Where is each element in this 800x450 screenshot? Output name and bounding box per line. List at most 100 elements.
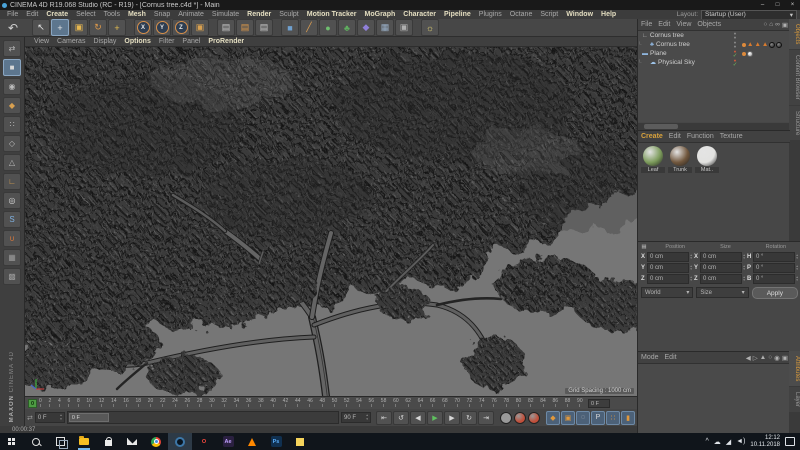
- material-leaf[interactable]: Leaf: [641, 146, 665, 173]
- object-row-cornus-tree[interactable]: ∟Cornus tree●●: [638, 31, 790, 40]
- coord-value[interactable]: 0 °: [753, 252, 795, 262]
- tab-structure[interactable]: Structure: [789, 106, 800, 140]
- menu-help[interactable]: Help: [597, 11, 620, 18]
- spinner-icon[interactable]: ▴▾: [690, 254, 692, 261]
- coord-value[interactable]: 0 °: [753, 274, 795, 284]
- store-icon[interactable]: [96, 433, 120, 450]
- model-mode-icon[interactable]: ■: [3, 59, 21, 76]
- x-axis-lock-icon[interactable]: X: [134, 19, 152, 36]
- goto-end-button[interactable]: ⇥: [478, 411, 494, 425]
- maximize-button[interactable]: □: [770, 0, 785, 10]
- next-frame-button[interactable]: ▶: [444, 411, 460, 425]
- back-icon[interactable]: ◀: [746, 354, 751, 362]
- menu-render[interactable]: Render: [243, 11, 275, 18]
- menu-create[interactable]: Create: [42, 11, 72, 18]
- coord-value[interactable]: 0 cm: [700, 263, 742, 273]
- light-icon[interactable]: ☼: [421, 19, 439, 36]
- viewport-menu-prorender[interactable]: ProRender: [204, 38, 248, 45]
- search-icon[interactable]: ○: [763, 21, 767, 29]
- spinner-icon[interactable]: ▴▾: [60, 414, 62, 421]
- lock-icon[interactable]: ◉: [774, 354, 780, 362]
- points-mode-icon[interactable]: ∷: [3, 116, 21, 133]
- volume-icon[interactable]: ◄): [736, 438, 745, 446]
- autokey-button[interactable]: [514, 412, 526, 424]
- panel-icon[interactable]: ▣: [782, 354, 788, 362]
- render-picture-viewer-icon[interactable]: ▤: [236, 19, 254, 36]
- search-button[interactable]: [24, 433, 48, 450]
- coord-value[interactable]: 0 cm: [700, 274, 742, 284]
- coordinate-size-dropdown[interactable]: Size ▾: [696, 287, 748, 298]
- network-icon[interactable]: ◢: [726, 438, 731, 446]
- mograph-icon[interactable]: ♣: [338, 19, 356, 36]
- move-tool-icon[interactable]: +: [51, 19, 69, 36]
- home-icon[interactable]: ⌂: [769, 21, 773, 29]
- tex-dark-tag-icon[interactable]: [769, 42, 775, 48]
- add-generator-icon[interactable]: ●: [319, 19, 337, 36]
- material-menu-function[interactable]: Function: [684, 133, 717, 140]
- spinner-icon[interactable]: ▴▾: [690, 276, 692, 283]
- camera-icon[interactable]: ▣: [395, 19, 413, 36]
- phong-tag-icon[interactable]: ▲: [747, 42, 753, 48]
- file-explorer-icon[interactable]: [72, 433, 96, 450]
- orange-dot-tag-icon[interactable]: [742, 43, 746, 47]
- edges-mode-icon[interactable]: ◇: [3, 135, 21, 152]
- rotate-tool-icon[interactable]: ↻: [89, 19, 107, 36]
- viewport-menu-panel[interactable]: Panel: [178, 38, 204, 45]
- om-menu-file[interactable]: File: [638, 21, 655, 28]
- spinner-icon[interactable]: ▴▾: [366, 414, 368, 421]
- spinner-icon[interactable]: ▴▾: [796, 276, 798, 283]
- opera-icon[interactable]: O: [192, 433, 216, 450]
- coordinate-mode-dropdown[interactable]: World ▾: [641, 287, 693, 298]
- mail-icon[interactable]: [120, 433, 144, 450]
- tex-dark-tag-icon[interactable]: [776, 42, 782, 48]
- make-editable-icon[interactable]: ⇄: [3, 40, 21, 57]
- record-button[interactable]: [500, 412, 512, 424]
- visibility-dots[interactable]: ●●: [728, 32, 742, 40]
- phong-tag-icon[interactable]: ▲: [762, 42, 768, 48]
- material-menu-texture[interactable]: Texture: [717, 133, 746, 140]
- coord-value[interactable]: 0 cm: [647, 263, 689, 273]
- simulate-icon[interactable]: ◆: [357, 19, 375, 36]
- coord-value[interactable]: 0 cm: [700, 252, 742, 262]
- om-menu-view[interactable]: View: [673, 21, 694, 28]
- panel-icon[interactable]: ▣: [782, 21, 788, 29]
- keyframe-filter-toggle[interactable]: ▮: [621, 411, 635, 425]
- visibility-dots[interactable]: ●✓: [728, 50, 742, 58]
- minimize-button[interactable]: –: [755, 0, 770, 10]
- object-row-physical-sky[interactable]: └☁Physical Sky●✓: [638, 58, 790, 67]
- keyframe-position-toggle[interactable]: ◆: [546, 411, 560, 425]
- keyframe-rotation-toggle[interactable]: ◌: [576, 411, 590, 425]
- object-manager-scrollbar[interactable]: [638, 123, 790, 130]
- scrollbar-thumb[interactable]: [644, 124, 678, 129]
- menu-animate[interactable]: Animate: [174, 11, 208, 18]
- tab-attributes[interactable]: Attributes: [789, 351, 800, 386]
- coord-value[interactable]: 0 cm: [647, 274, 689, 284]
- snap-icon[interactable]: ◎: [3, 192, 21, 209]
- spinner-icon[interactable]: ▴▾: [743, 276, 745, 283]
- viewport-menu-view[interactable]: View: [30, 38, 53, 45]
- viewport[interactable]: Perspective Grid Spacing : 1000 cm: [25, 47, 637, 396]
- spinner-icon[interactable]: ▴▾: [796, 254, 798, 261]
- sticky-notes-icon[interactable]: [288, 433, 312, 450]
- chrome-icon[interactable]: [144, 433, 168, 450]
- tab-objects[interactable]: Objects: [789, 19, 800, 49]
- viewport-menu-options[interactable]: Options: [120, 38, 154, 45]
- add-spline-icon[interactable]: ╱: [300, 19, 318, 36]
- menu-window[interactable]: Window: [562, 11, 597, 18]
- menu-snap[interactable]: Snap: [150, 11, 174, 18]
- keyframe-selection-button[interactable]: [528, 412, 540, 424]
- goto-start-button[interactable]: ⇤: [376, 411, 392, 425]
- viewport-menu-display[interactable]: Display: [89, 38, 120, 45]
- menu-mesh[interactable]: Mesh: [124, 11, 150, 18]
- tray-expand-icon[interactable]: ^: [705, 438, 708, 446]
- attr-menu-edit[interactable]: Edit: [662, 354, 680, 361]
- timeline-slider-handle[interactable]: 0 F: [69, 413, 109, 422]
- end-frame-field[interactable]: 90 F ▴▾: [341, 412, 371, 423]
- taskbar-clock[interactable]: 12:12 10.11.2018: [750, 435, 780, 448]
- menu-character[interactable]: Character: [399, 11, 440, 18]
- y-axis-lock-icon[interactable]: Y: [153, 19, 171, 36]
- coordinate-system-icon[interactable]: ▣: [191, 19, 209, 36]
- polygons-mode-icon[interactable]: △: [3, 154, 21, 171]
- current-frame-marker[interactable]: 0: [28, 399, 37, 408]
- cinema4d-icon[interactable]: [168, 433, 192, 450]
